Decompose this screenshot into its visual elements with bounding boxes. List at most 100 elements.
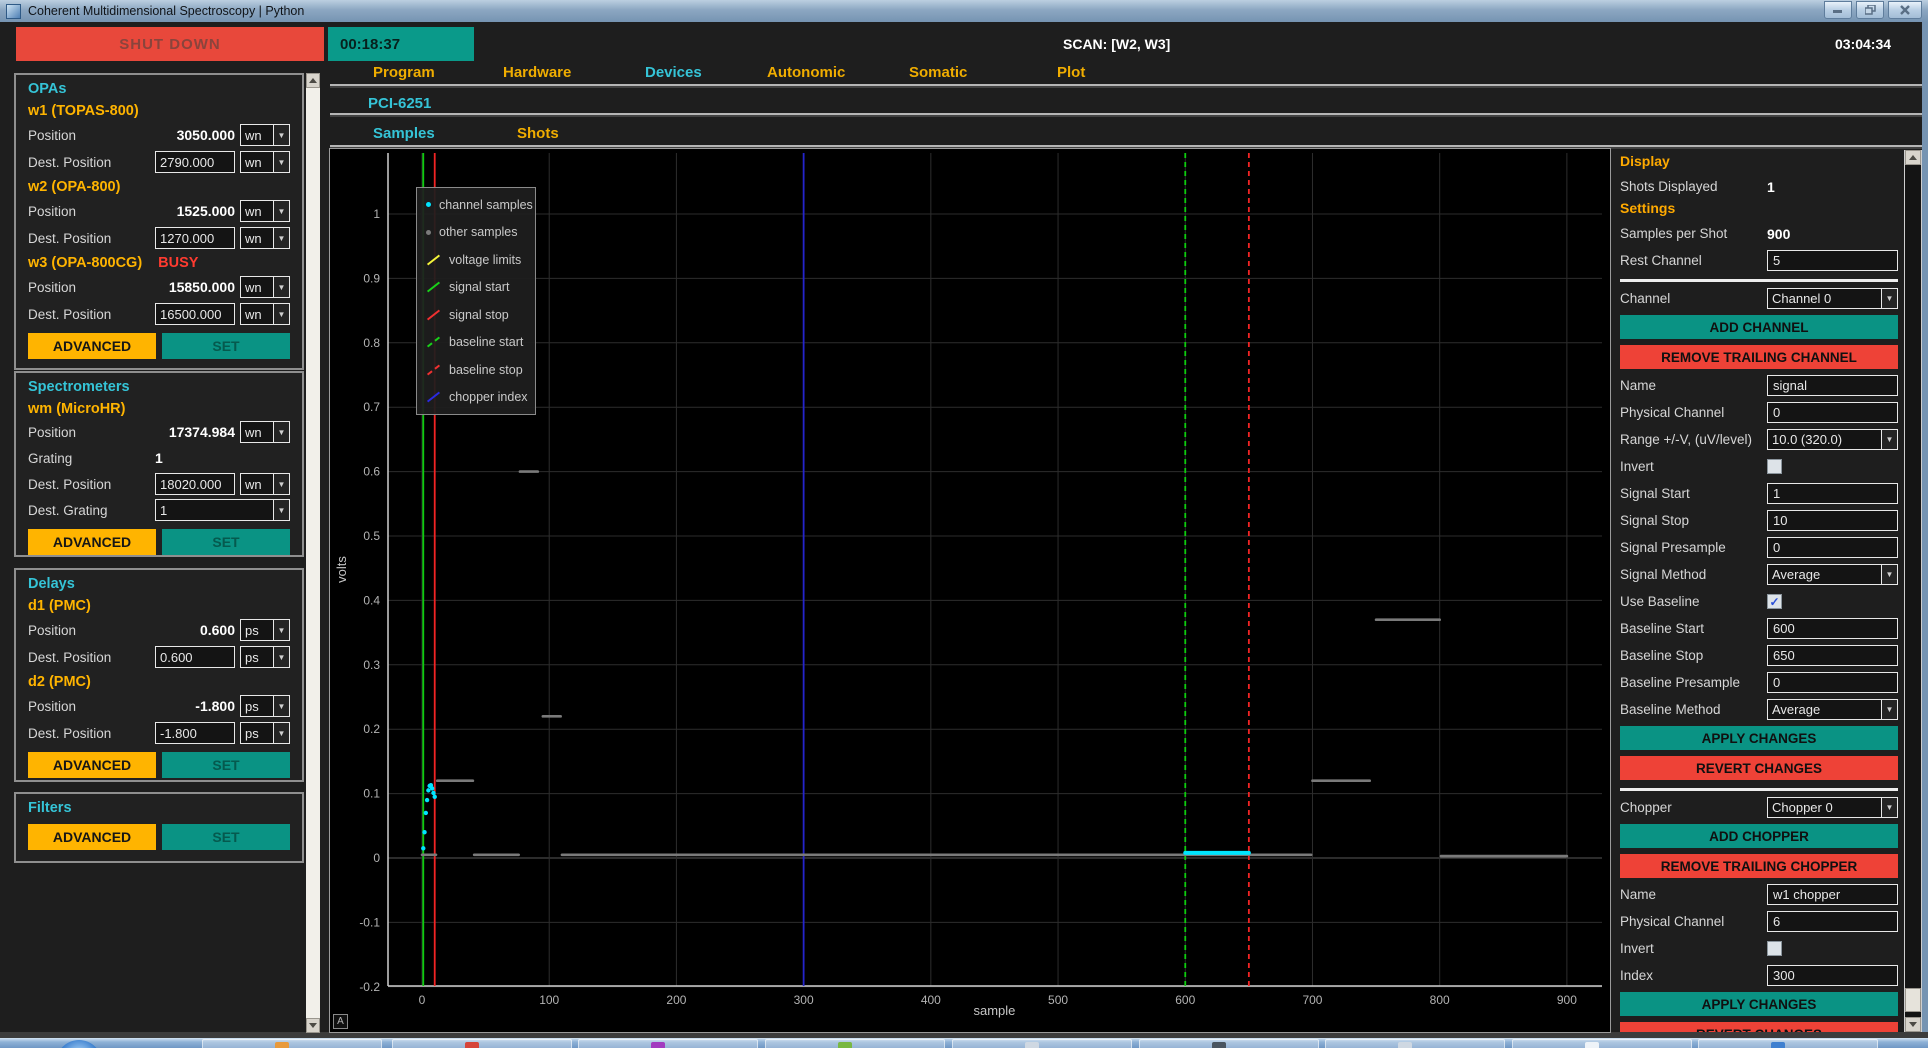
shutdown-button[interactable]: SHUT DOWN [16, 27, 324, 61]
apply-chopper-changes-button[interactable]: APPLY CHANGES [1620, 992, 1898, 1016]
scroll-up-icon[interactable] [306, 73, 320, 88]
sidebar-scrollbar[interactable] [306, 73, 320, 1033]
chevron-down-icon[interactable]: ▼ [273, 201, 289, 221]
dest-grating-dropdown[interactable]: 1▼ [155, 499, 290, 521]
chevron-down-icon[interactable]: ▼ [1881, 289, 1897, 308]
signal-method-dropdown[interactable]: Average▼ [1767, 564, 1898, 585]
chevron-down-icon[interactable]: ▼ [273, 125, 289, 145]
samples-plot[interactable]: -0.2-0.100.10.20.30.40.50.60.70.80.91010… [329, 148, 1611, 1033]
tab-autonomic[interactable]: Autonomic [767, 64, 845, 81]
chevron-down-icon[interactable]: ▼ [1881, 798, 1897, 817]
taskbar-button[interactable] [392, 1039, 572, 1048]
signal-stop-input[interactable] [1767, 510, 1898, 531]
taskbar-button[interactable] [1139, 1039, 1319, 1048]
chevron-down-icon[interactable]: ▼ [273, 620, 289, 640]
chevron-down-icon[interactable]: ▼ [273, 723, 289, 743]
minimize-button[interactable] [1824, 1, 1852, 19]
remove-trailing-channel-button[interactable]: REMOVE TRAILING CHANNEL [1620, 345, 1898, 369]
set-button[interactable]: SET [162, 333, 290, 359]
units-dropdown[interactable]: wn▼ [240, 276, 290, 298]
tab-somatic[interactable]: Somatic [909, 64, 967, 81]
taskbar-button[interactable] [952, 1039, 1132, 1048]
signal-start-input[interactable] [1767, 483, 1898, 504]
chopper-index-input[interactable] [1767, 965, 1898, 986]
channel-name-input[interactable] [1767, 375, 1898, 396]
revert-changes-button[interactable]: REVERT CHANGES [1620, 756, 1898, 780]
taskbar-button[interactable] [202, 1039, 382, 1048]
chevron-down-icon[interactable]: ▼ [273, 647, 289, 667]
tab-plot[interactable]: Plot [1057, 64, 1085, 81]
add-channel-button[interactable]: ADD CHANNEL [1620, 315, 1898, 339]
chevron-down-icon[interactable]: ▼ [273, 228, 289, 248]
chevron-down-icon[interactable]: ▼ [273, 422, 289, 442]
channel-dropdown[interactable]: Channel 0▼ [1767, 288, 1898, 309]
units-dropdown[interactable]: ps▼ [240, 722, 290, 744]
device-label[interactable]: PCI-6251 [368, 95, 431, 112]
apply-changes-button[interactable]: APPLY CHANGES [1620, 726, 1898, 750]
scrollbar-thumb[interactable] [1905, 988, 1921, 1012]
chevron-down-icon[interactable]: ▼ [1881, 430, 1897, 449]
dest-position-input[interactable] [155, 646, 235, 668]
advanced-button[interactable]: ADVANCED [28, 752, 156, 778]
chevron-down-icon[interactable]: ▼ [273, 696, 289, 716]
units-dropdown[interactable]: wn▼ [240, 200, 290, 222]
close-button[interactable] [1888, 1, 1922, 19]
units-dropdown[interactable]: ps▼ [240, 695, 290, 717]
advanced-button[interactable]: ADVANCED [28, 824, 156, 850]
units-dropdown[interactable]: wn▼ [240, 421, 290, 443]
set-button[interactable]: SET [162, 752, 290, 778]
tab-samples[interactable]: Samples [373, 125, 435, 142]
chevron-down-icon[interactable]: ▼ [1881, 700, 1897, 719]
restore-button[interactable] [1856, 1, 1884, 19]
baseline-presample-input[interactable] [1767, 672, 1898, 693]
use-baseline-checkbox[interactable]: ✓ [1767, 594, 1782, 609]
physical-channel-input[interactable] [1767, 402, 1898, 423]
taskbar-button[interactable] [1698, 1039, 1878, 1048]
tab-devices[interactable]: Devices [645, 64, 702, 81]
taskbar-button[interactable] [765, 1039, 945, 1048]
start-orb-icon[interactable] [56, 1040, 102, 1048]
advanced-button[interactable]: ADVANCED [28, 333, 156, 359]
units-dropdown[interactable]: wn▼ [240, 473, 290, 495]
scroll-down-icon[interactable] [306, 1018, 320, 1033]
chevron-down-icon[interactable]: ▼ [273, 500, 289, 520]
set-button[interactable]: SET [162, 824, 290, 850]
scroll-up-icon[interactable] [1905, 150, 1921, 165]
range-dropdown[interactable]: 10.0 (320.0)▼ [1767, 429, 1898, 450]
scroll-down-icon[interactable] [1905, 1017, 1921, 1032]
dest-position-input[interactable] [155, 151, 235, 173]
tab-shots[interactable]: Shots [517, 125, 559, 142]
windows-taskbar[interactable] [0, 1038, 1928, 1048]
dest-position-input[interactable] [155, 473, 235, 495]
chopper-dropdown[interactable]: Chopper 0▼ [1767, 797, 1898, 818]
chevron-down-icon[interactable]: ▼ [273, 474, 289, 494]
add-chopper-button[interactable]: ADD CHOPPER [1620, 824, 1898, 848]
signal-presample-input[interactable] [1767, 537, 1898, 558]
baseline-stop-input[interactable] [1767, 645, 1898, 666]
chevron-down-icon[interactable]: ▼ [1881, 565, 1897, 584]
taskbar-button[interactable] [1325, 1039, 1505, 1048]
remove-trailing-chopper-button[interactable]: REMOVE TRAILING CHOPPER [1620, 854, 1898, 878]
chevron-down-icon[interactable]: ▼ [273, 152, 289, 172]
chopper-physical-channel-input[interactable] [1767, 911, 1898, 932]
chopper-name-input[interactable] [1767, 884, 1898, 905]
chevron-down-icon[interactable]: ▼ [273, 304, 289, 324]
units-dropdown[interactable]: ps▼ [240, 646, 290, 668]
chevron-down-icon[interactable]: ▼ [273, 277, 289, 297]
tab-program[interactable]: Program [373, 64, 435, 81]
baseline-method-dropdown[interactable]: Average▼ [1767, 699, 1898, 720]
taskbar-button[interactable] [1512, 1039, 1692, 1048]
tab-hardware[interactable]: Hardware [503, 64, 571, 81]
units-dropdown[interactable]: wn▼ [240, 303, 290, 325]
taskbar-button[interactable] [578, 1039, 758, 1048]
autoscale-button[interactable]: A [333, 1014, 348, 1029]
dest-position-input[interactable] [155, 303, 235, 325]
invert-checkbox[interactable]: ✓ [1767, 459, 1782, 474]
advanced-button[interactable]: ADVANCED [28, 529, 156, 555]
baseline-start-input[interactable] [1767, 618, 1898, 639]
dest-position-input[interactable] [155, 227, 235, 249]
rest-channel-input[interactable] [1767, 250, 1898, 271]
units-dropdown[interactable]: ps▼ [240, 619, 290, 641]
set-button[interactable]: SET [162, 529, 290, 555]
settings-scrollbar[interactable] [1904, 150, 1922, 1032]
